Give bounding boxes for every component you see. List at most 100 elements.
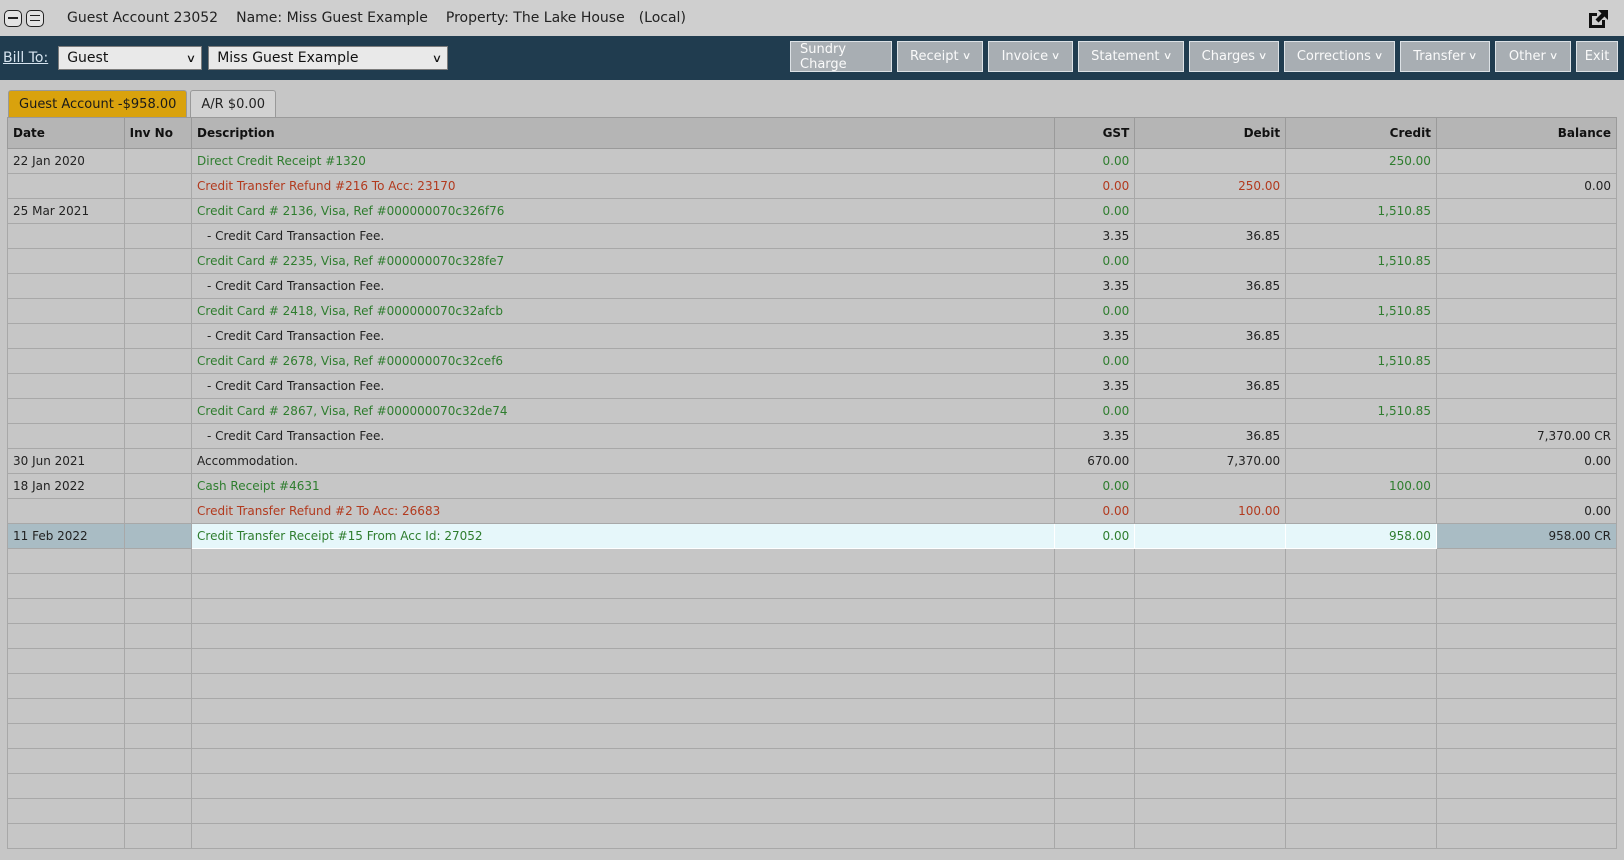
charges-button[interactable]: Charges ∨	[1189, 41, 1279, 72]
cell-date	[7, 273, 125, 299]
table-row[interactable]: 30 Jun 2021 Accommodation. 670.00 7,370.00 0…	[7, 448, 1618, 474]
table-row[interactable]: Credit Card # 2418, Visa, Ref #000000070…	[7, 298, 1618, 324]
cell-balance: 958.00 CR	[1435, 523, 1618, 549]
table-row[interactable]: Credit Card # 2235, Visa, Ref #000000070…	[7, 248, 1618, 274]
cell-balance	[1435, 298, 1618, 324]
cell-balance: 0.00	[1435, 448, 1618, 474]
tab-guest-account[interactable]: Guest Account -$958.00	[8, 90, 188, 117]
empty-row	[7, 648, 1618, 674]
cell-inv-no	[123, 273, 193, 299]
table-row[interactable]: 25 Mar 2021 Credit Card # 2136, Visa, Ref…	[7, 198, 1618, 224]
cell-inv-no	[123, 498, 193, 524]
empty-cell	[1435, 723, 1618, 749]
empty-cell	[1435, 748, 1618, 774]
empty-cell	[123, 823, 193, 849]
table-row[interactable]: Credit Transfer Refund #2 To Acc: 26683 0…	[7, 498, 1618, 524]
table-row[interactable]: - Credit Card Transaction Fee. 3.35 36.85 7…	[7, 423, 1618, 449]
table-row[interactable]: - Credit Card Transaction Fee. 3.35 36.85	[7, 323, 1618, 349]
cell-credit: 100.00	[1285, 473, 1437, 499]
cell-description: Credit Transfer Refund #2 To Acc: 26683	[191, 498, 1055, 524]
cell-description: - Credit Card Transaction Fee.	[191, 373, 1055, 399]
empty-cell	[1053, 773, 1136, 799]
title-bar: Guest Account 23052 Name: Miss Guest Exa…	[0, 0, 1624, 36]
empty-cell	[1285, 823, 1437, 849]
cell-gst: 3.35	[1053, 223, 1136, 249]
table-row[interactable]: Credit Card # 2678, Visa, Ref #000000070…	[7, 348, 1618, 374]
table-row[interactable]: - Credit Card Transaction Fee. 3.35 36.85	[7, 223, 1618, 249]
cell-date: 25 Mar 2021	[7, 198, 125, 224]
empty-cell	[1134, 623, 1287, 649]
bill-to-type-select[interactable]: Guest ∨	[58, 46, 203, 70]
cell-description: Cash Receipt #4631	[191, 473, 1055, 499]
cell-inv-no	[123, 198, 193, 224]
exit-button[interactable]: Exit	[1576, 41, 1618, 72]
cell-balance: 7,370.00 CR	[1435, 423, 1618, 449]
chevron-down-icon: ∨	[1257, 51, 1268, 62]
cell-date	[7, 248, 125, 274]
account-toolbar: Bill To: Guest ∨ Miss Guest Example ∨ Su…	[0, 36, 1624, 80]
column-header-gst[interactable]: GST	[1053, 117, 1136, 149]
cell-date	[7, 398, 125, 424]
cell-balance	[1435, 148, 1618, 174]
empty-cell	[7, 623, 125, 649]
statement-button[interactable]: Statement ∨	[1078, 41, 1184, 72]
table-row[interactable]: 11 Feb 2022 Credit Transfer Receipt #15 F…	[7, 523, 1618, 549]
table-row[interactable]: Credit Card # 2867, Visa, Ref #000000070…	[7, 398, 1618, 424]
empty-cell	[1285, 648, 1437, 674]
cell-credit	[1285, 273, 1437, 299]
corrections-button[interactable]: Corrections ∨	[1284, 41, 1395, 72]
transfer-button[interactable]: Transfer ∨	[1400, 41, 1490, 72]
other-button[interactable]: Other ∨	[1495, 41, 1571, 72]
transactions-table: Date Inv No Description GST Debit Credit…	[7, 117, 1618, 849]
table-row[interactable]: - Credit Card Transaction Fee. 3.35 36.85	[7, 373, 1618, 399]
column-header-description[interactable]: Description	[191, 117, 1055, 149]
column-header-date[interactable]: Date	[7, 117, 125, 149]
cell-inv-no	[123, 398, 193, 424]
popout-icon[interactable]	[1586, 8, 1610, 30]
tab-accounts-receivable[interactable]: A/R $0.00	[190, 90, 277, 117]
cell-balance: 0.00	[1435, 498, 1618, 524]
empty-cell	[1053, 598, 1136, 624]
empty-cell	[191, 673, 1055, 699]
column-header-debit[interactable]: Debit	[1134, 117, 1287, 149]
empty-cell	[1053, 823, 1136, 849]
empty-cell	[1134, 698, 1287, 724]
cell-date: 22 Jan 2020	[7, 148, 125, 174]
empty-cell	[1134, 648, 1287, 674]
cell-debit	[1134, 523, 1287, 549]
empty-cell	[123, 723, 193, 749]
table-row[interactable]: 22 Jan 2020 Direct Credit Receipt #1320 0.…	[7, 148, 1618, 174]
menu-icon[interactable]	[26, 9, 44, 27]
empty-cell	[1435, 698, 1618, 724]
tab-accounts-receivable-label: A/R $0.00	[201, 96, 266, 112]
toolbar-buttons: Sundry Charge Receipt ∨ Invoice ∨ Statemen…	[790, 41, 1618, 72]
bill-to-name-select[interactable]: Miss Guest Example ∨	[208, 46, 449, 70]
column-header-balance[interactable]: Balance	[1435, 117, 1618, 149]
empty-cell	[1435, 573, 1618, 599]
property-name: Property: The Lake House	[445, 10, 625, 26]
chevron-down-icon: ∨	[961, 51, 972, 62]
cell-description: Credit Card # 2136, Visa, Ref #000000070…	[191, 198, 1055, 224]
empty-cell	[123, 623, 193, 649]
minimize-icon[interactable]	[4, 9, 22, 27]
cell-balance	[1435, 373, 1618, 399]
table-row[interactable]: - Credit Card Transaction Fee. 3.35 36.85	[7, 273, 1618, 299]
bill-to-link[interactable]: Bill To:	[3, 50, 48, 66]
sundry-charge-button[interactable]: Sundry Charge	[790, 41, 892, 72]
table-header: Date Inv No Description GST Debit Credit…	[7, 117, 1618, 149]
cell-debit	[1134, 298, 1287, 324]
empty-cell	[1053, 548, 1136, 574]
empty-cell	[7, 548, 125, 574]
chevron-down-icon: ∨	[1162, 51, 1172, 62]
cell-credit: 1,510.85	[1285, 298, 1437, 324]
cell-description: Credit Transfer Receipt #15 From Acc Id:…	[191, 523, 1055, 549]
invoice-button[interactable]: Invoice ∨	[988, 41, 1073, 72]
column-header-credit[interactable]: Credit	[1285, 117, 1437, 149]
table-row[interactable]: 18 Jan 2022 Cash Receipt #4631 0.00 100.00	[7, 473, 1618, 499]
empty-cell	[191, 598, 1055, 624]
cell-inv-no	[123, 298, 193, 324]
empty-row	[7, 748, 1618, 774]
column-header-inv-no[interactable]: Inv No	[123, 117, 193, 149]
table-row[interactable]: Credit Transfer Refund #216 To Acc: 2317…	[7, 173, 1618, 199]
receipt-button[interactable]: Receipt ∨	[897, 41, 983, 72]
